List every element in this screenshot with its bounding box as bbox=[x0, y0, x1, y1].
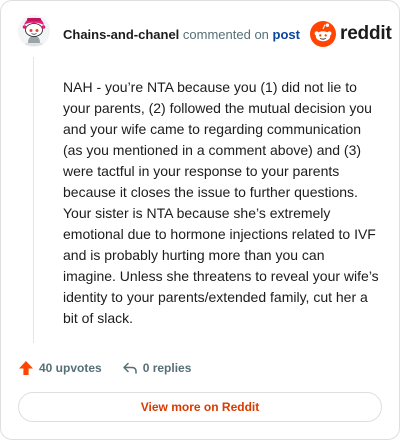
upvote-button[interactable]: 40 upvotes bbox=[18, 360, 102, 376]
reddit-logo[interactable]: reddit bbox=[310, 21, 392, 47]
thread-line bbox=[33, 57, 34, 343]
commented-on-text: commented on bbox=[182, 27, 269, 42]
author-username[interactable]: Chains-and-chanel bbox=[63, 27, 179, 42]
reply-button[interactable]: 0 replies bbox=[122, 360, 192, 376]
avatar[interactable] bbox=[18, 15, 50, 47]
comment-body: NAH - you’re NTA because you (1) did not… bbox=[63, 79, 379, 326]
upvote-count: 40 upvotes bbox=[39, 361, 102, 375]
view-more-button[interactable]: View more on Reddit bbox=[18, 392, 382, 422]
reddit-comment-embed: Chains-and-chanel commented on post redd… bbox=[0, 0, 400, 440]
snoo-avatar-icon bbox=[18, 15, 50, 47]
comment-header: Chains-and-chanel commented on post bbox=[63, 27, 300, 42]
post-link[interactable]: post bbox=[273, 27, 300, 42]
reply-arrow-icon bbox=[122, 362, 137, 374]
reddit-wordmark: reddit bbox=[340, 23, 392, 44]
reddit-snoo-icon bbox=[310, 21, 336, 47]
comment-actions: 40 upvotes 0 replies bbox=[18, 359, 191, 377]
reply-count: 0 replies bbox=[142, 361, 192, 375]
upvote-arrow-icon bbox=[19, 361, 33, 375]
